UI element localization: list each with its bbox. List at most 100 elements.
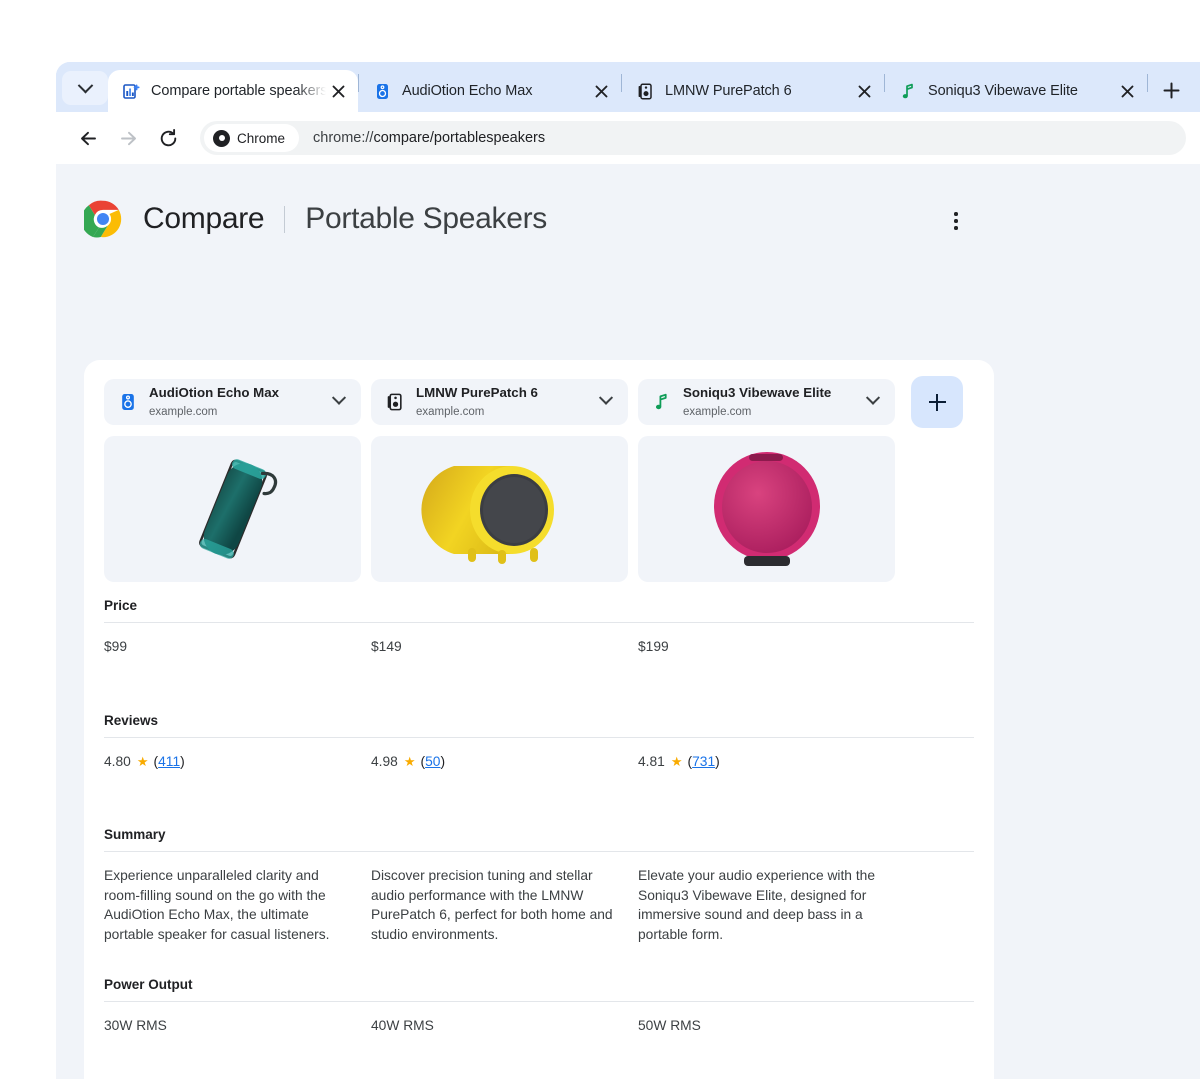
rating-score: 4.80: [104, 753, 131, 769]
review-count: (50): [420, 753, 446, 769]
spec-label: Power Output: [104, 976, 193, 992]
chevron-down-icon: [865, 390, 881, 405]
spec-cell: 4.98 ★ (50): [371, 752, 638, 772]
close-icon[interactable]: [1115, 79, 1139, 103]
product-domain: example.com: [683, 406, 752, 418]
url-path: compare/portablespeakers: [373, 130, 546, 146]
tab-title: Compare portable speakers: [151, 83, 326, 99]
spec-section-summary: Summary Experience unparalleled clarity …: [104, 827, 974, 960]
star-icon: ★: [136, 753, 149, 769]
url-scheme: chrome://: [313, 130, 374, 146]
reload-icon: [160, 128, 176, 146]
product-name: AudiOtion Echo Max: [149, 385, 280, 400]
product-selector-audiotion-echo-max[interactable]: AudiOtion Echo Max example.com: [104, 379, 361, 425]
product-selector-row: AudiOtion Echo Max example.com LMNW Pure…: [104, 376, 974, 428]
product-name: Soniqu3 Vibewave Elite: [683, 385, 832, 400]
add-product-button[interactable]: [911, 376, 963, 428]
spec-cell: $99: [104, 639, 128, 654]
tab-title: AudiOtion Echo Max: [402, 83, 533, 99]
close-icon[interactable]: [852, 79, 876, 103]
tab-strip: Compare portable speakers AudiOtion Echo…: [56, 62, 1200, 112]
spec-cell: 40W RMS: [371, 1017, 434, 1033]
product-image-row: [104, 436, 974, 582]
page-viewport: Compare Portable Speakers AudiOtion Echo…: [56, 164, 1200, 1079]
spec-cell: 4.81 ★ (731): [638, 752, 905, 772]
tab-title: Soniqu3 Vibewave Elite: [928, 83, 1078, 99]
product-selector-lmnw-purepatch-6[interactable]: LMNW PurePatch 6 example.com: [371, 379, 628, 425]
product-image-soniqu3-vibewave-elite: [638, 436, 895, 582]
kebab-menu-icon[interactable]: [943, 208, 969, 234]
tab-divider: [1147, 74, 1148, 92]
spec-cell: 50W RMS: [638, 1017, 701, 1033]
comparison-card: AudiOtion Echo Max example.com LMNW Pure…: [84, 360, 994, 1079]
address-bar-url[interactable]: chrome://compare/portablespeakers: [313, 130, 545, 146]
page-title-brand: Compare: [143, 202, 265, 235]
review-count-link[interactable]: 731: [692, 754, 715, 769]
yellow-round-speaker-image: [420, 466, 554, 564]
tab-search-button[interactable]: [62, 71, 108, 105]
spec-value-row: 4.80 ★ (411) 4.98 ★ (50) 4.81 ★ (731): [104, 736, 974, 812]
speaker-blue-icon: [373, 82, 391, 100]
plus-icon: [1163, 82, 1179, 98]
spec-cell: Discover precision tuning and stellar au…: [371, 868, 613, 942]
spec-value-row: Experience unparalleled clarity and room…: [104, 851, 974, 960]
rating-score: 4.81: [638, 753, 665, 769]
spec-label: Summary: [104, 827, 166, 843]
tab-lmnw-purepatch-6[interactable]: LMNW PurePatch 6: [622, 70, 884, 112]
product-image-lmnw-purepatch-6: [371, 436, 628, 582]
plus-icon: [928, 393, 946, 411]
forward-arrow-icon: [120, 131, 136, 145]
browser-window: Compare portable speakers AudiOtion Echo…: [56, 62, 1200, 1079]
tab-compare-portable-speakers[interactable]: Compare portable speakers: [108, 70, 358, 112]
product-image-audiotion-echo-max: [104, 436, 361, 582]
spec-label: Price: [104, 598, 138, 613]
spec-cell: 30W RMS: [104, 1017, 167, 1033]
spec-cell: $199: [638, 639, 669, 654]
spec-label: Reviews: [104, 712, 159, 728]
review-count-link[interactable]: 411: [158, 754, 180, 769]
review-count-link[interactable]: 50: [425, 754, 440, 769]
omnibox-chip-label: Chrome: [237, 130, 286, 146]
close-icon[interactable]: [589, 79, 613, 103]
teal-cylinder-speaker-image: [198, 459, 277, 559]
music-note-icon: [899, 82, 917, 100]
review-count: (731): [687, 753, 720, 769]
review-count: (411): [153, 753, 185, 769]
spec-section-price: Price $99 $149 $199: [104, 598, 974, 697]
product-name: LMNW PurePatch 6: [416, 385, 538, 400]
close-icon[interactable]: [326, 79, 350, 103]
back-arrow-icon: [80, 131, 96, 145]
spec-section-power-output: Power Output 30W RMS 40W RMS 50W RMS: [104, 977, 974, 1076]
omnibox-chrome-chip[interactable]: Chrome: [204, 124, 300, 152]
compare-chart-icon: [122, 82, 140, 100]
back-button[interactable]: [70, 120, 106, 156]
pink-round-speaker-image: [713, 452, 820, 566]
chevron-down-icon: [598, 390, 614, 405]
tab-audiotion-echo-max[interactable]: AudiOtion Echo Max: [359, 70, 621, 112]
tab-soniqu3-vibewave-elite[interactable]: Soniqu3 Vibewave Elite: [885, 70, 1147, 112]
spec-cell: Experience unparalleled clarity and room…: [104, 868, 330, 942]
speaker-dark-icon: [385, 392, 405, 412]
spec-cell: Elevate your audio experience with the S…: [638, 868, 875, 942]
browser-toolbar: Chrome chrome://compare/portablespeakers: [56, 112, 1200, 164]
page-header: Compare Portable Speakers: [56, 164, 1200, 238]
header-divider: [284, 205, 286, 233]
speaker-blue-icon: [118, 392, 138, 412]
chevron-down-icon: [331, 390, 347, 405]
page-title-subtitle: Portable Speakers: [305, 202, 548, 235]
chrome-mono-icon: [213, 129, 230, 147]
star-icon: ★: [403, 753, 416, 769]
product-selector-soniqu3-vibewave-elite[interactable]: Soniqu3 Vibewave Elite example.com: [638, 379, 895, 425]
forward-button[interactable]: [110, 120, 146, 156]
music-note-icon: [652, 392, 672, 412]
spec-cell: $149: [371, 639, 402, 654]
spec-value-row: 30W RMS 40W RMS 50W RMS: [104, 1000, 974, 1076]
new-tab-button[interactable]: [1154, 73, 1188, 107]
reload-button[interactable]: [150, 120, 186, 156]
address-bar[interactable]: Chrome chrome://compare/portablespeakers: [200, 121, 1186, 155]
star-icon: ★: [670, 753, 683, 769]
product-domain: example.com: [416, 406, 485, 418]
speaker-dark-icon: [636, 82, 654, 100]
product-domain: example.com: [149, 406, 218, 418]
chevron-down-icon: [77, 77, 93, 93]
